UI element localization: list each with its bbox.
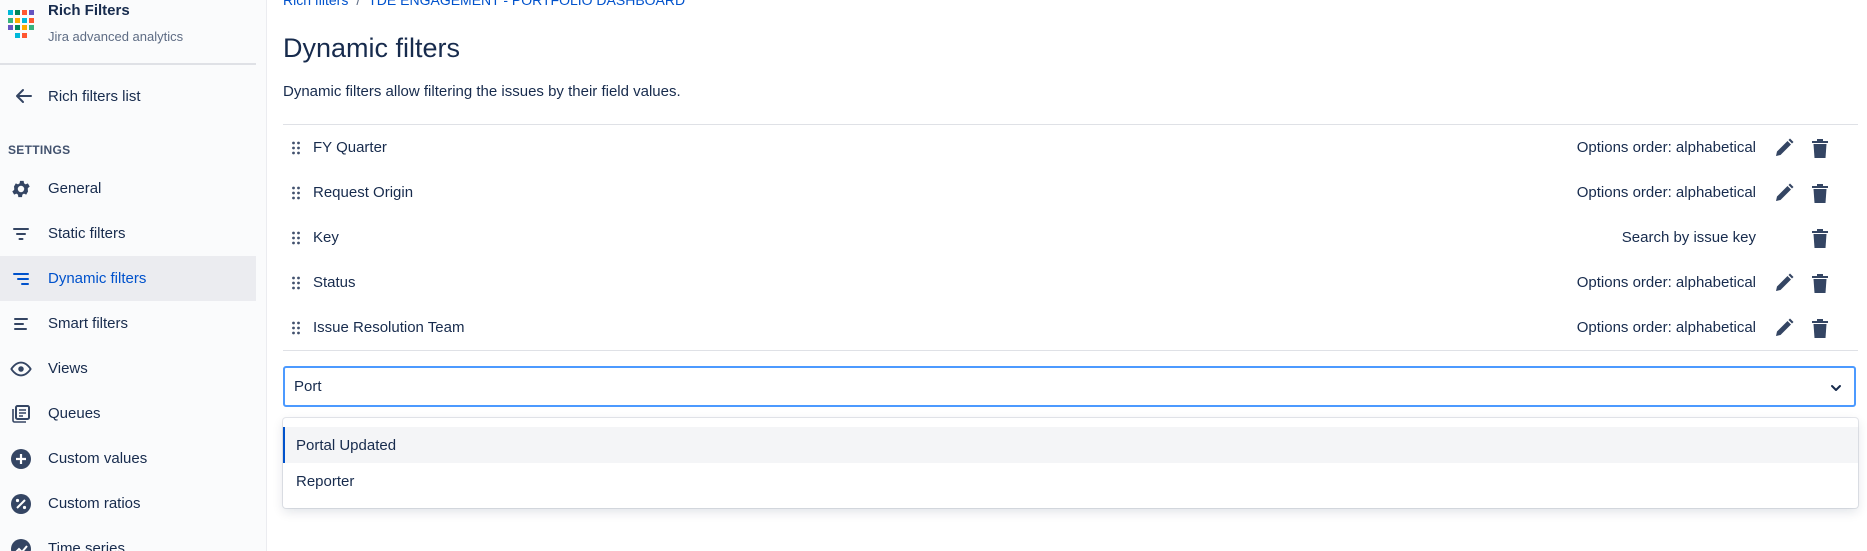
sidebar-item-label: Custom values: [48, 450, 148, 467]
pencil-icon[interactable]: [1774, 138, 1794, 158]
sidebar-item-general[interactable]: General: [0, 166, 256, 211]
select-input-value[interactable]: Port: [294, 378, 322, 395]
sidebar-item-time-series[interactable]: Time series: [0, 526, 256, 551]
filter-option-text: Options order: alphabetical: [1576, 139, 1756, 156]
add-filter-select[interactable]: Port: [283, 366, 1856, 407]
filter-option-text: Search by issue key: [1621, 229, 1756, 246]
filter-name: FY Quarter: [313, 139, 387, 156]
plus-circle-icon: [0, 448, 42, 470]
sidebar-item-custom-values[interactable]: Custom values: [0, 436, 256, 481]
filter-row: Issue Resolution Team Options order: alp…: [283, 305, 1858, 350]
filter-name: Issue Resolution Team: [313, 319, 465, 336]
trash-icon[interactable]: [1810, 317, 1830, 339]
filter-row: Key Search by issue key: [283, 215, 1858, 260]
sidebar-item-smart-filters[interactable]: Smart filters: [0, 301, 256, 346]
pencil-icon[interactable]: [1774, 183, 1794, 203]
filter-option-text: Options order: alphabetical: [1576, 319, 1756, 336]
filter-row: FY Quarter Options order: alphabetical: [283, 125, 1858, 170]
dynamic-filter-list: FY Quarter Options order: alphabetical R…: [283, 124, 1858, 351]
divider: [0, 63, 256, 65]
sidebar-item-label: Smart filters: [48, 315, 129, 332]
eye-icon: [0, 358, 42, 380]
breadcrumb-link-dashboard[interactable]: TDE ENGAGEMENT - PORTFOLIO DASHBOARD: [368, 0, 685, 8]
sidebar-item-label: Views: [48, 360, 88, 377]
trash-icon[interactable]: [1810, 227, 1830, 249]
trend-icon: [0, 538, 42, 551]
main-content: Rich filters / TDE ENGAGEMENT - PORTFOLIO …: [283, 0, 1858, 551]
back-label: Rich filters list: [48, 87, 141, 105]
sidebar-item-label: Static filters: [48, 225, 126, 242]
brand-subtitle: Jira advanced analytics: [48, 29, 184, 44]
pencil-icon[interactable]: [1774, 273, 1794, 293]
dynamic-filter-icon: [0, 269, 42, 289]
sidebar: Rich Filters Jira advanced analytics Ric…: [0, 0, 267, 551]
sidebar-item-label: Dynamic filters: [48, 270, 147, 287]
smart-filter-icon: [0, 314, 42, 334]
sidebar-item-label: General: [48, 180, 102, 197]
drag-handle-icon[interactable]: [283, 141, 309, 155]
rich-filters-list-link[interactable]: Rich filters list: [0, 78, 256, 114]
filter-name: Request Origin: [313, 184, 414, 201]
filter-name: Status: [313, 274, 356, 291]
dropdown-option[interactable]: Reporter: [283, 463, 1858, 499]
breadcrumb-separator: /: [356, 0, 361, 8]
sidebar-item-custom-ratios[interactable]: Custom ratios: [0, 481, 256, 526]
page-description: Dynamic filters allow filtering the issu…: [283, 83, 681, 100]
sidebar-item-dynamic-filters[interactable]: Dynamic filters: [0, 256, 256, 301]
breadcrumb: Rich filters / TDE ENGAGEMENT - PORTFOLIO …: [283, 0, 685, 8]
sidebar-item-views[interactable]: Views: [0, 346, 256, 391]
gear-icon: [0, 178, 42, 200]
filter-row: Request Origin Options order: alphabetic…: [283, 170, 1858, 215]
filter-name: Key: [313, 229, 339, 246]
filter-row: Status Options order: alphabetical: [283, 260, 1858, 305]
arrow-left-icon: [0, 86, 48, 106]
settings-section-label: SETTINGS: [8, 143, 71, 157]
select-dropdown-menu: Portal Updated Reporter: [283, 418, 1858, 508]
rich-filters-logo-icon: [8, 10, 36, 38]
sidebar-item-label: Queues: [48, 405, 101, 422]
brand: Rich Filters Jira advanced analytics: [8, 0, 256, 62]
settings-nav: General Static filters Dynamic filters S…: [0, 166, 256, 551]
page-title: Dynamic filters: [283, 33, 461, 63]
dropdown-option[interactable]: Portal Updated: [283, 427, 1858, 463]
drag-handle-icon[interactable]: [283, 186, 309, 200]
queue-icon: [0, 404, 42, 424]
breadcrumb-link-rich-filters[interactable]: Rich filters: [283, 0, 348, 8]
trash-icon[interactable]: [1810, 182, 1830, 204]
trash-icon[interactable]: [1810, 137, 1830, 159]
filter-option-text: Options order: alphabetical: [1576, 184, 1756, 201]
static-filter-icon: [0, 224, 42, 244]
sidebar-item-label: Time series: [48, 540, 125, 551]
chevron-down-icon[interactable]: [1828, 380, 1844, 396]
sidebar-item-static-filters[interactable]: Static filters: [0, 211, 256, 256]
brand-title: Rich Filters: [48, 2, 130, 19]
trash-icon[interactable]: [1810, 272, 1830, 294]
drag-handle-icon[interactable]: [283, 321, 309, 335]
drag-handle-icon[interactable]: [283, 231, 309, 245]
pencil-icon[interactable]: [1774, 318, 1794, 338]
filter-option-text: Options order: alphabetical: [1576, 274, 1756, 291]
sidebar-item-queues[interactable]: Queues: [0, 391, 256, 436]
percent-circle-icon: [0, 493, 42, 515]
drag-handle-icon[interactable]: [283, 276, 309, 290]
sidebar-item-label: Custom ratios: [48, 495, 141, 512]
